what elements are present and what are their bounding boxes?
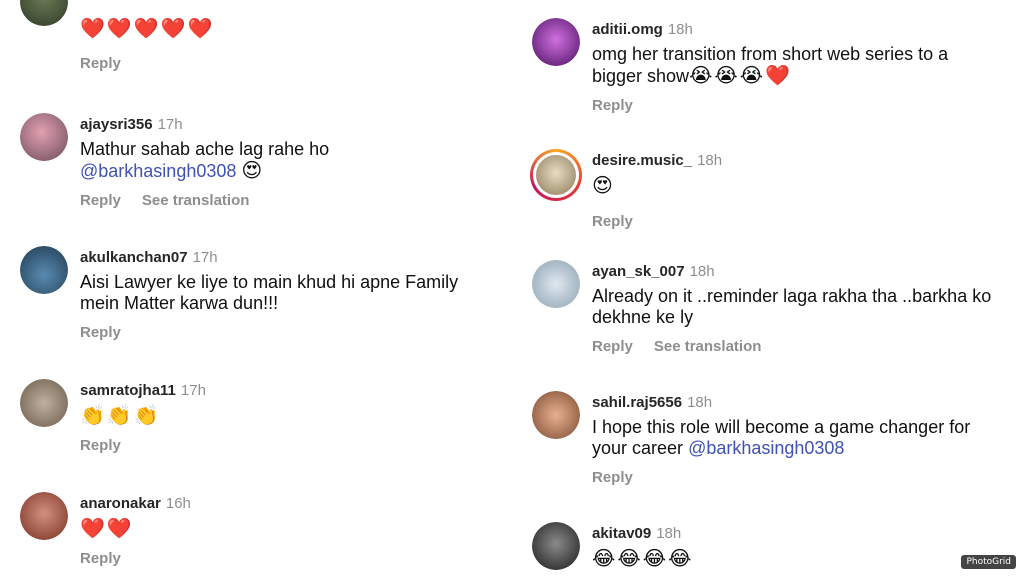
timestamp: 18h [697, 152, 723, 169]
avatar-image [20, 113, 68, 161]
avatar[interactable] [20, 0, 68, 26]
username[interactable]: samratojha11 [80, 382, 176, 399]
avatar-image [532, 391, 580, 439]
avatar-image [536, 155, 576, 195]
comment-text: I hope this role will become a game chan… [592, 417, 1014, 459]
mention-link[interactable]: @barkhasingh0308 [80, 161, 236, 181]
comment-text: omg her transition from short web series… [592, 44, 1014, 87]
comment-text: 😍 [592, 175, 615, 197]
emoji: 😍 [241, 160, 265, 182]
see-translation-button[interactable]: See translation [142, 192, 250, 209]
comment-text: Already on it ..reminder laga rakha tha … [592, 286, 992, 327]
reply-button[interactable]: Reply [80, 192, 121, 209]
comment-text: 👏👏👏 [80, 405, 161, 427]
avatar-image [20, 379, 68, 427]
avatar-image [532, 522, 580, 570]
reply-button[interactable]: Reply [80, 437, 121, 454]
comment-text: Mathur sahab ache lag rahe ho @barkhasing… [80, 139, 502, 182]
timestamp: 17h [180, 382, 206, 399]
reply-button[interactable]: Reply [592, 213, 633, 230]
timestamp: 18h [689, 263, 715, 280]
avatar[interactable] [20, 246, 68, 294]
right-comment-column: aditii.omg 18h omg her transition from sh… [512, 0, 1024, 576]
left-comment-column: ❤️❤️❤️❤️❤️ Reply ajaysri356 17h Mathur sa… [0, 0, 512, 576]
avatar[interactable] [20, 492, 68, 540]
timestamp: 17h [192, 249, 218, 266]
emoji: 😭😭😭❤️ [689, 65, 793, 87]
reply-button[interactable]: Reply [592, 97, 633, 114]
avatar-image [532, 18, 580, 66]
reply-button[interactable]: Reply [80, 550, 121, 567]
reply-button[interactable]: Reply [80, 55, 121, 72]
avatar-image [532, 260, 580, 308]
comment-body: Mathur sahab ache lag rahe ho [80, 139, 330, 159]
comment-text: ❤️❤️ [80, 518, 134, 540]
mention-link[interactable]: @barkhasingh0308 [688, 438, 844, 458]
username[interactable]: ajaysri356 [80, 116, 153, 133]
reply-button[interactable]: Reply [592, 338, 633, 355]
comment-text: 😂😂😂😂 [592, 548, 694, 570]
see-translation-button[interactable]: See translation [654, 338, 762, 355]
avatar-image [20, 246, 68, 294]
comment-text: Aisi Lawyer ke liye to main khud hi apne… [80, 272, 459, 313]
avatar[interactable] [532, 391, 580, 439]
avatar[interactable] [20, 379, 68, 427]
timestamp: 17h [157, 116, 183, 133]
avatar[interactable] [20, 113, 68, 161]
watermark-badge: PhotoGrid [961, 555, 1016, 569]
timestamp: 16h [165, 495, 191, 512]
avatar[interactable] [530, 149, 582, 201]
avatar-image [20, 492, 68, 540]
avatar[interactable] [532, 260, 580, 308]
avatar[interactable] [532, 522, 580, 570]
username[interactable]: akitav09 [592, 525, 651, 542]
avatar[interactable] [532, 18, 580, 66]
timestamp: 18h [687, 394, 713, 411]
timestamp: 18h [656, 525, 682, 542]
username[interactable]: aditii.omg [592, 21, 663, 38]
username[interactable]: anaronakar [80, 495, 161, 512]
timestamp: 18h [667, 21, 693, 38]
username[interactable]: desire.music_ [592, 152, 692, 169]
reply-button[interactable]: Reply [592, 469, 633, 486]
reply-button[interactable]: Reply [80, 324, 121, 341]
username[interactable]: ayan_sk_007 [592, 263, 685, 280]
username[interactable]: sahil.raj5656 [592, 394, 682, 411]
username[interactable]: akulkanchan07 [80, 249, 188, 266]
comment-text: ❤️❤️❤️❤️❤️ [80, 18, 215, 40]
avatar-image [20, 0, 68, 26]
